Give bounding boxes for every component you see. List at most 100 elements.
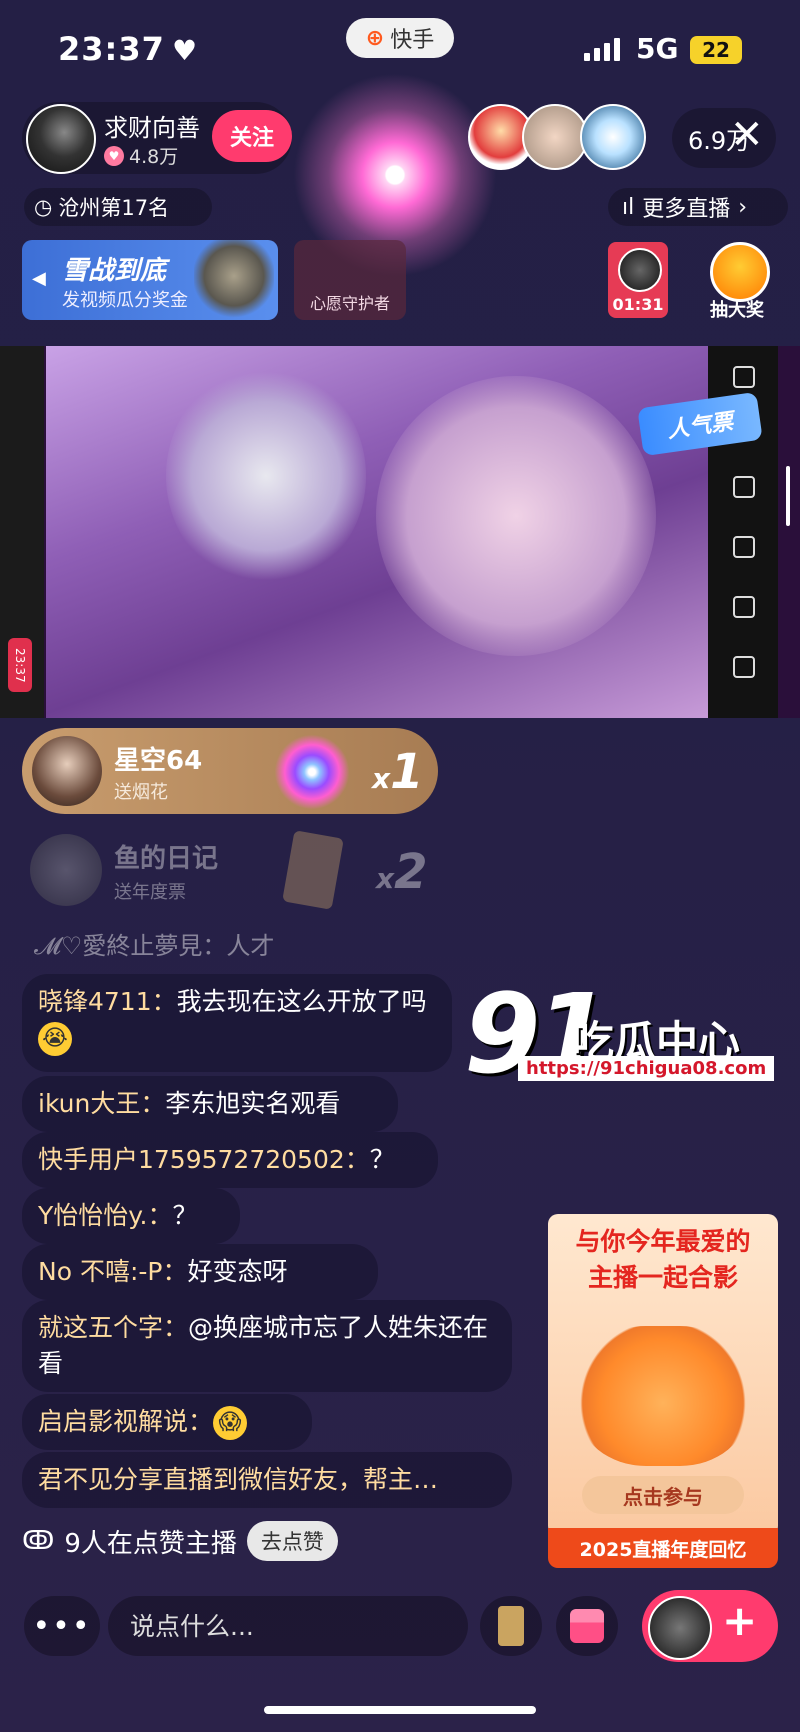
- chevron-right-icon: ›: [738, 194, 748, 220]
- chat-user: 启启影视解说：: [38, 1407, 214, 1436]
- like-prompt: ↂ 9人在点赞主播 去点赞: [22, 1514, 338, 1568]
- status-time: 23:37: [58, 30, 165, 68]
- chat-user: 晓锋4711：: [38, 987, 177, 1016]
- go-like-button[interactable]: 去点赞: [246, 1521, 338, 1561]
- chat-message[interactable]: Y怡怡怡y.：？: [22, 1188, 240, 1244]
- annual-ticket-icon: [282, 830, 344, 910]
- chat-text: ？: [369, 1145, 395, 1174]
- video-time-pill: 23:37: [8, 638, 32, 692]
- chat-message[interactable]: 就这五个字：@换座城市忘了人姓朱还在看: [22, 1300, 512, 1392]
- crying-laugh-emoji-icon: 😭: [38, 1022, 72, 1056]
- video-left-strip: 23:37: [0, 346, 44, 718]
- promo-card[interactable]: 与你今年最爱的 主播一起合影 点击参与: [548, 1214, 778, 1536]
- watermark-url: https://91chigua08.com: [518, 1056, 775, 1081]
- plus-icon: +: [722, 1596, 758, 1645]
- video-blur-region: [166, 366, 366, 586]
- event-figure-image: [194, 240, 274, 320]
- gift-sender-name: 鱼的日记: [114, 844, 219, 874]
- gift-sender-name: 星空64: [114, 746, 203, 776]
- kuaishou-logo-icon: ⊕: [365, 25, 385, 51]
- close-icon[interactable]: ✕: [730, 112, 764, 158]
- gift-sender-avatar: [32, 736, 102, 806]
- host-avatar[interactable]: [26, 104, 96, 174]
- gift-action: 送烟花: [114, 782, 168, 803]
- chat-user: 就这五个字：: [38, 1313, 189, 1342]
- event-banner[interactable]: ◀ 雪战到底 发视频瓜分奖金: [22, 240, 278, 320]
- timer-card[interactable]: 01:31: [608, 242, 668, 318]
- lucky-draw-button[interactable]: 抽大奖: [700, 242, 774, 322]
- firework-gift-icon: [272, 732, 352, 812]
- comment-input[interactable]: [108, 1596, 468, 1656]
- chat-message[interactable]: 启启影视解说： 😱: [22, 1394, 312, 1450]
- like-count-text: 9人在点赞主播: [64, 1528, 237, 1559]
- gift-sender-avatar: [30, 834, 102, 906]
- promo-title: 与你今年最爱的 主播一起合影: [548, 1224, 778, 1296]
- chat-text: 好变态呀: [187, 1257, 288, 1286]
- promo-footer[interactable]: 2025直播年度回忆: [548, 1528, 778, 1568]
- phone-icon: [722, 656, 766, 692]
- chat-text: 我去现在这么开放了吗: [176, 987, 427, 1016]
- chat-message[interactable]: 快手用户1759572720502：？: [22, 1132, 438, 1188]
- event-title: 雪战到底: [62, 256, 167, 286]
- promo-title-line2: 主播一起合影: [587, 1263, 738, 1292]
- host-likes: ♥ 4.8万: [104, 142, 178, 169]
- chat-user: No 不嘻:-P：: [38, 1257, 188, 1286]
- app-pill[interactable]: ⊕ 快手: [346, 18, 454, 58]
- bars-icon: ıl: [622, 194, 635, 220]
- viewer-avatar[interactable]: [580, 104, 646, 170]
- viewer-avatar[interactable]: [522, 104, 588, 170]
- wish-guardian-card[interactable]: 心愿守护者: [294, 240, 406, 320]
- ticket-icon: [498, 1606, 524, 1646]
- like-hands-icon: ↂ: [22, 1526, 55, 1556]
- app-pill-label: 快手: [390, 28, 435, 53]
- share-button[interactable]: +: [642, 1590, 778, 1662]
- timer-avatar: [618, 248, 662, 292]
- video-blur-region: [376, 376, 656, 656]
- lucky-draw-label: 抽大奖: [710, 300, 764, 321]
- more-live-label: 更多直播: [642, 197, 731, 222]
- chat-message[interactable]: No 不嘻:-P：好变态呀: [22, 1244, 378, 1300]
- rank-badge[interactable]: ◷ 沧州第17名: [24, 188, 212, 226]
- network-label: 5G: [636, 32, 679, 65]
- annual-ticket-button[interactable]: [480, 1596, 542, 1656]
- rank-label: 沧州第17名: [58, 196, 170, 220]
- promo-title-line1: 与你今年最爱的: [575, 1227, 751, 1256]
- chat-message: 𝓜♡愛終止夢見：人才: [34, 932, 275, 960]
- community-icon: [722, 476, 766, 512]
- gift-button[interactable]: [556, 1596, 618, 1656]
- chat-user: Y怡怡怡y.：: [38, 1201, 173, 1230]
- clock-icon: ◷: [34, 195, 53, 219]
- chat-user: 快手用户1759572720502：: [38, 1145, 370, 1174]
- chat-user: ikun大王：: [38, 1089, 166, 1118]
- gift-notification: 鱼的日记 送年度票 x2: [22, 828, 438, 914]
- wish-guardian-label: 心愿守护者: [309, 294, 390, 313]
- gift-count-value: 1: [390, 744, 424, 800]
- gift-notification: 星空64 送烟花 x1: [22, 728, 438, 814]
- gift-count: x2: [376, 844, 428, 900]
- chat-message[interactable]: ikun大王：李东旭实名观看: [22, 1076, 398, 1132]
- promo-participate-button[interactable]: 点击参与: [582, 1476, 744, 1514]
- gift-count-value: 2: [394, 844, 428, 900]
- follow-button[interactable]: 关注: [212, 110, 292, 162]
- signal-icon: [584, 38, 620, 61]
- event-subtitle: 发视频瓜分奖金: [62, 290, 188, 311]
- host-likes-value: 4.8万: [129, 146, 179, 168]
- scroll-handle[interactable]: [786, 466, 790, 526]
- flame-icon: [710, 242, 770, 302]
- chat-message[interactable]: 晓锋4711：我去现在这么开放了吗 😭: [22, 974, 452, 1072]
- host-name: 求财向善: [104, 114, 200, 142]
- battery-indicator: 22: [690, 36, 742, 64]
- more-options-button[interactable]: •••: [24, 1596, 100, 1656]
- triangle-left-icon: ◀: [32, 268, 46, 289]
- long-video-icon: [722, 596, 766, 632]
- like-heart-icon: ♥: [104, 145, 124, 166]
- home-indicator[interactable]: [264, 1706, 536, 1714]
- chat-message[interactable]: 君不见分享直播到微信好友，帮主…: [22, 1452, 512, 1508]
- video-frame: [46, 346, 708, 718]
- gift-count: x1: [372, 744, 424, 800]
- chat-user: 君不见分享直播到微信好友，帮主…: [38, 1465, 439, 1494]
- chat-text: ？: [172, 1201, 198, 1230]
- heart-icon: ♥: [172, 34, 198, 67]
- promo-mascot-image: [578, 1326, 748, 1466]
- more-live-button[interactable]: ıl 更多直播 ›: [608, 188, 788, 226]
